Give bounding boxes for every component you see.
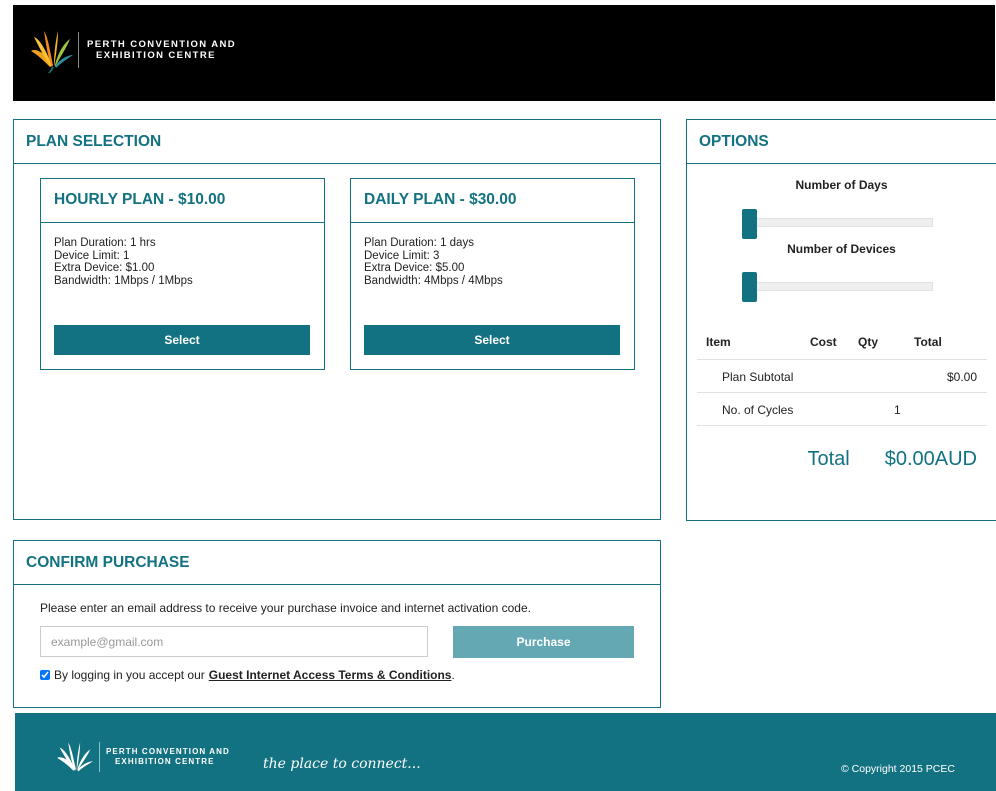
row-item: Plan Subtotal (722, 370, 794, 384)
site-header: PERTH CONVENTION AND EXHIBITION CENTRE (13, 5, 995, 101)
confirm-purchase-panel: CONFIRM PURCHASE Please enter an email a… (13, 540, 661, 708)
footer-copyright: © Copyright 2015 PCEC (841, 763, 955, 775)
terms-prefix: By logging in you accept our (54, 668, 205, 682)
devices-slider-handle[interactable] (742, 272, 757, 302)
plan-extra-device: Extra Device: $1.00 (54, 262, 155, 274)
plan-details: Plan Duration: 1 days Device Limit: 3 Ex… (351, 223, 634, 287)
plan-bandwidth: Bandwidth: 1Mbps / 1Mbps (54, 274, 193, 287)
hourly-plan-card: HOURLY PLAN - $10.00 Plan Duration: 1 hr… (40, 178, 325, 370)
plan-selection-panel: PLAN SELECTION HOURLY PLAN - $10.00 Plan… (13, 119, 661, 520)
footer-brand-name: PERTH CONVENTION AND EXHIBITION CENTRE (106, 747, 230, 767)
footer-brand-line-1: PERTH CONVENTION AND (106, 747, 230, 756)
row-total: $0.00 (946, 370, 977, 384)
total-label: Total (807, 448, 850, 470)
plan-duration: Plan Duration: 1 hrs (54, 237, 156, 249)
purchase-button[interactable]: Purchase (453, 626, 634, 658)
terms-link[interactable]: Guest Internet Access Terms & Conditions (209, 668, 452, 682)
devices-slider-track[interactable] (748, 282, 933, 291)
plan-device-limit: Device Limit: 3 (364, 249, 440, 262)
plan-selection-title: PLAN SELECTION (14, 120, 660, 164)
plan-device-limit: Device Limit: 1 (54, 249, 130, 262)
plan-card-title: HOURLY PLAN - $10.00 (41, 179, 324, 223)
brand-line-1: PERTH CONVENTION AND (87, 39, 237, 50)
plan-bandwidth: Bandwidth: 4Mbps / 4Mbps (364, 274, 503, 287)
daily-plan-card: DAILY PLAN - $30.00 Plan Duration: 1 day… (350, 178, 635, 370)
footer-brand-line-2: EXHIBITION CENTRE (115, 757, 215, 766)
site-footer: PERTH CONVENTION AND EXHIBITION CENTRE t… (15, 713, 996, 791)
checkbox-checked-icon[interactable] (40, 670, 50, 680)
total-value: $0.00AUD (884, 448, 977, 470)
days-slider-track[interactable] (748, 218, 933, 227)
header-brand[interactable]: PERTH CONVENTION AND EXHIBITION CENTRE (30, 27, 236, 73)
brand-line-2: EXHIBITION CENTRE (96, 50, 216, 61)
col-total-header: Total (914, 335, 942, 349)
confirm-purchase-title: CONFIRM PURCHASE (14, 541, 660, 585)
col-cost-header: Cost (810, 335, 837, 349)
pcec-flower-logo-icon (57, 742, 93, 772)
table-row: No. of Cycles 1 (697, 392, 987, 425)
options-summary-table: Item Cost Qty Total Plan Subtotal $0.00 … (697, 325, 987, 426)
plan-card-title: DAILY PLAN - $30.00 (351, 179, 634, 223)
terms-suffix: . (451, 668, 455, 682)
options-panel: OPTIONS Number of Days Number of Devices… (686, 119, 996, 521)
days-slider-handle[interactable] (742, 209, 757, 239)
terms-acceptance: By logging in you accept our Guest Inter… (40, 668, 455, 682)
order-total: Total $0.00AUD (807, 448, 977, 471)
col-qty-header: Qty (858, 335, 879, 349)
plan-extra-device: Extra Device: $5.00 (364, 262, 465, 274)
brand-divider (78, 32, 79, 68)
email-instructions: Please enter an email address to receive… (40, 601, 531, 615)
select-daily-plan-button[interactable]: Select (364, 325, 620, 355)
row-qty: 1 (894, 403, 901, 417)
number-of-days-label: Number of Days (795, 178, 888, 192)
plan-details: Plan Duration: 1 hrs Device Limit: 1 Ext… (41, 223, 324, 287)
brand-name: PERTH CONVENTION AND EXHIBITION CENTRE (87, 39, 236, 61)
email-input[interactable] (40, 626, 428, 657)
number-of-devices-label: Number of Devices (787, 242, 896, 256)
table-header-row: Item Cost Qty Total (697, 325, 987, 359)
footer-tagline: the place to connect... (263, 756, 421, 772)
options-title: OPTIONS (687, 120, 996, 164)
footer-brand[interactable]: PERTH CONVENTION AND EXHIBITION CENTRE (55, 740, 230, 774)
footer-brand-divider (99, 742, 100, 772)
plan-duration: Plan Duration: 1 days (364, 237, 474, 249)
pcec-flower-logo-icon (31, 31, 73, 73)
col-item-header: Item (706, 335, 731, 349)
table-bottom-rule (697, 425, 987, 426)
select-hourly-plan-button[interactable]: Select (54, 325, 310, 355)
row-item: No. of Cycles (722, 403, 794, 417)
table-row: Plan Subtotal $0.00 (697, 359, 987, 392)
